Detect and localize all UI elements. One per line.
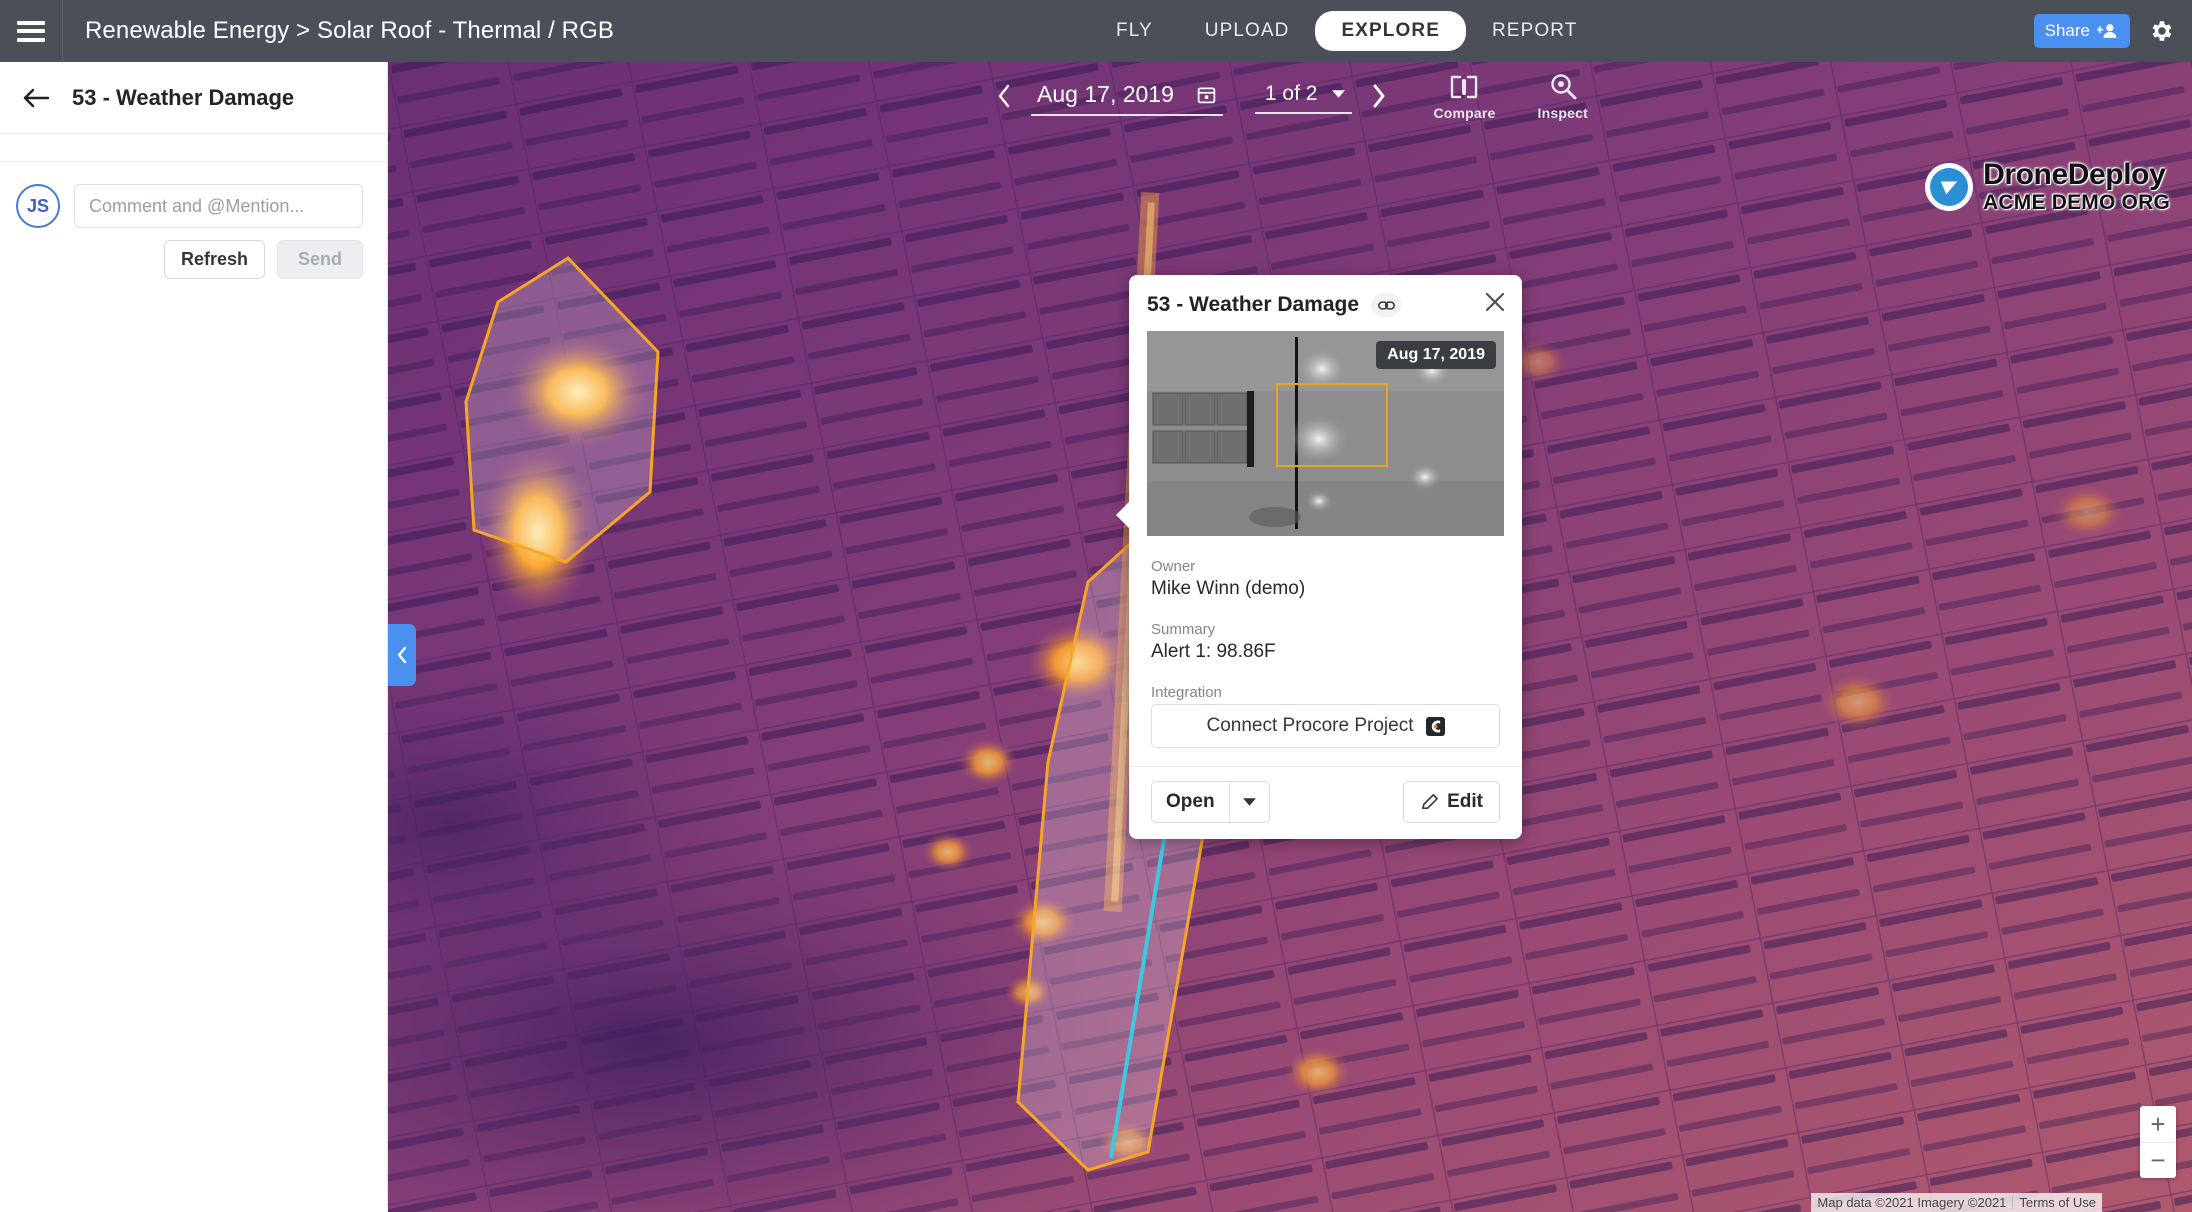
top-bar-actions: Share bbox=[2033, 0, 2174, 62]
compare-tool-label: Compare bbox=[1433, 104, 1496, 121]
page-selector-field[interactable]: 1 of 2 bbox=[1254, 78, 1353, 114]
add-people-icon bbox=[2097, 24, 2117, 38]
card-pointer bbox=[1116, 501, 1130, 529]
zoom-in-button[interactable]: + bbox=[2140, 1106, 2176, 1142]
summary-label: Summary bbox=[1151, 621, 1216, 638]
hamburger-icon bbox=[17, 20, 45, 42]
sidebar-header: 53 - Weather Damage bbox=[0, 62, 387, 134]
sidebar-title: 53 - Weather Damage bbox=[72, 84, 295, 110]
avatar: JS bbox=[16, 184, 60, 228]
date-navigation: Aug 17, 2019 1 of 2 bbox=[992, 77, 1391, 116]
terms-of-use-link[interactable]: Terms of Use bbox=[2013, 1193, 2102, 1212]
chevron-right-icon bbox=[1373, 84, 1385, 108]
copy-link-icon[interactable] bbox=[1371, 293, 1402, 317]
inspect-magnifier-icon bbox=[1551, 73, 1577, 99]
card-body: Owner Mike Winn (demo) Summary Alert 1: … bbox=[1129, 536, 1522, 748]
tab-upload[interactable]: UPLOAD bbox=[1179, 11, 1316, 51]
back-button[interactable] bbox=[22, 88, 50, 108]
top-navigation-bar: Renewable Energy > Solar Roof - Thermal … bbox=[0, 0, 2192, 62]
back-arrow-icon bbox=[23, 88, 50, 107]
calendar-icon[interactable] bbox=[1196, 84, 1217, 105]
chevron-left-icon bbox=[998, 84, 1010, 108]
edit-button[interactable]: Edit bbox=[1403, 781, 1500, 823]
integration-field: Integration Connect Procore Project bbox=[1151, 684, 1500, 748]
edit-button-label: Edit bbox=[1447, 791, 1483, 812]
comment-composer: JS bbox=[0, 162, 387, 228]
close-icon bbox=[1485, 292, 1505, 312]
primary-nav-tabs: FLY UPLOAD EXPLORE REPORT bbox=[1090, 0, 1603, 62]
share-button[interactable]: Share bbox=[2033, 14, 2130, 48]
breadcrumb[interactable]: Renewable Energy > Solar Roof - Thermal … bbox=[85, 17, 614, 45]
gear-icon bbox=[2152, 21, 2172, 41]
compare-tool-button[interactable]: Compare bbox=[1433, 72, 1495, 121]
header-divider bbox=[62, 0, 63, 62]
current-date-label: Aug 17, 2019 bbox=[1037, 80, 1174, 107]
app-root: Aug 17, 2019 1 of 2 Compare Inspect Dron… bbox=[0, 0, 2192, 1212]
map-attribution: Map data ©2021 Imagery ©2021 Terms of Us… bbox=[1811, 1193, 2102, 1212]
inspect-tool-label: Inspect bbox=[1537, 104, 1588, 121]
sidebar-collapse-tab[interactable] bbox=[388, 624, 416, 686]
chevron-left-icon bbox=[397, 646, 407, 664]
connect-procore-label: Connect Procore Project bbox=[1206, 715, 1414, 736]
card-header: 53 - Weather Damage bbox=[1129, 275, 1522, 317]
comment-input[interactable] bbox=[74, 184, 363, 228]
procore-glyph bbox=[1431, 719, 1440, 733]
card-footer: Open Edit bbox=[1129, 766, 1522, 839]
map-zoom-controls: + − bbox=[2140, 1106, 2176, 1178]
close-card-button[interactable] bbox=[1484, 291, 1506, 318]
date-picker-field[interactable]: Aug 17, 2019 bbox=[1031, 77, 1223, 116]
thumbnail-roi-rect bbox=[1276, 383, 1388, 467]
chevron-down-icon[interactable] bbox=[1331, 89, 1346, 99]
drone-arrow-icon bbox=[1940, 181, 1958, 194]
compare-icon bbox=[1451, 75, 1478, 98]
comment-actions: Refresh Send bbox=[0, 228, 387, 279]
share-button-label: Share bbox=[2044, 21, 2090, 40]
procore-icon bbox=[1425, 716, 1445, 736]
open-dropdown-toggle[interactable] bbox=[1230, 788, 1269, 816]
owner-field: Owner Mike Winn (demo) bbox=[1151, 558, 1500, 600]
tab-report[interactable]: REPORT bbox=[1466, 11, 1603, 51]
chevron-down-icon bbox=[1242, 798, 1256, 806]
zoom-out-button[interactable]: − bbox=[2140, 1142, 2176, 1178]
pencil-icon bbox=[1422, 793, 1439, 809]
open-button[interactable]: Open bbox=[1151, 781, 1270, 823]
previous-date-button[interactable] bbox=[992, 79, 1017, 113]
settings-button[interactable] bbox=[2148, 18, 2174, 44]
annotation-thumbnail[interactable]: Aug 17, 2019 bbox=[1147, 331, 1504, 536]
sidebar-subbar bbox=[0, 134, 387, 162]
tab-explore[interactable]: EXPLORE bbox=[1315, 11, 1466, 51]
logo-mark-icon bbox=[1925, 162, 1974, 211]
dronedeploy-logo: DroneDeploy ACME DEMO ORG bbox=[1925, 160, 2170, 213]
connect-procore-button[interactable]: Connect Procore Project bbox=[1151, 704, 1500, 748]
owner-label: Owner bbox=[1151, 558, 1196, 575]
tab-fly[interactable]: FLY bbox=[1090, 11, 1179, 51]
open-button-label: Open bbox=[1166, 791, 1215, 812]
thumbnail-date-badge: Aug 17, 2019 bbox=[1376, 341, 1496, 369]
owner-value: Mike Winn (demo) bbox=[1151, 578, 1306, 599]
card-title: 53 - Weather Damage bbox=[1147, 293, 1360, 316]
page-indicator-label: 1 of 2 bbox=[1264, 82, 1318, 105]
left-sidebar: 53 - Weather Damage JS Refresh Send bbox=[0, 62, 388, 1212]
annotation-detail-card: 53 - Weather Damage Aug 17, 2019 Owner M… bbox=[1116, 275, 1522, 839]
summary-value: Alert 1: 98.86F bbox=[1151, 641, 1276, 662]
logo-brand-first: Drone bbox=[1983, 158, 2068, 191]
refresh-button[interactable]: Refresh bbox=[163, 240, 265, 279]
next-date-button[interactable] bbox=[1366, 79, 1391, 113]
map-data-attribution: Map data ©2021 Imagery ©2021 bbox=[1817, 1195, 2007, 1210]
main-menu-button[interactable] bbox=[0, 0, 62, 62]
send-button[interactable]: Send bbox=[276, 240, 363, 279]
summary-field: Summary Alert 1: 98.86F bbox=[1151, 621, 1500, 663]
integration-label: Integration bbox=[1151, 684, 1222, 701]
logo-brand-second: Deploy bbox=[2067, 158, 2166, 191]
inspect-tool-button[interactable]: Inspect bbox=[1538, 72, 1588, 121]
map-canvas[interactable]: Aug 17, 2019 1 of 2 Compare Inspect Dron… bbox=[388, 62, 2192, 1212]
link-icon bbox=[1377, 300, 1395, 310]
logo-org-label: ACME DEMO ORG bbox=[1983, 191, 2170, 214]
